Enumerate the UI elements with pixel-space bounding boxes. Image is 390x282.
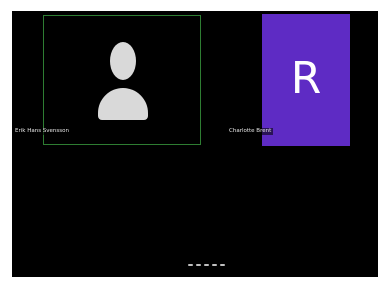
video-call-stage: Erik Hans Svensson R Charlotte Brent: [12, 11, 378, 277]
page-indicator[interactable]: [188, 264, 225, 268]
silhouette-body: [98, 88, 148, 120]
participant-name-label: Charlotte Brent: [227, 128, 274, 135]
page-dot[interactable]: [220, 264, 225, 266]
participant-initial: R: [290, 53, 322, 104]
participant-video-tile[interactable]: R: [262, 14, 350, 146]
self-video-tile[interactable]: [43, 15, 201, 145]
page-dot[interactable]: [204, 264, 209, 266]
person-silhouette-icon: [98, 42, 148, 124]
page-dot[interactable]: [212, 264, 217, 266]
silhouette-head: [110, 42, 136, 80]
self-name-label: Erik Hans Svensson: [13, 128, 72, 135]
page-dot[interactable]: [196, 264, 201, 266]
page-dot[interactable]: [188, 264, 193, 266]
